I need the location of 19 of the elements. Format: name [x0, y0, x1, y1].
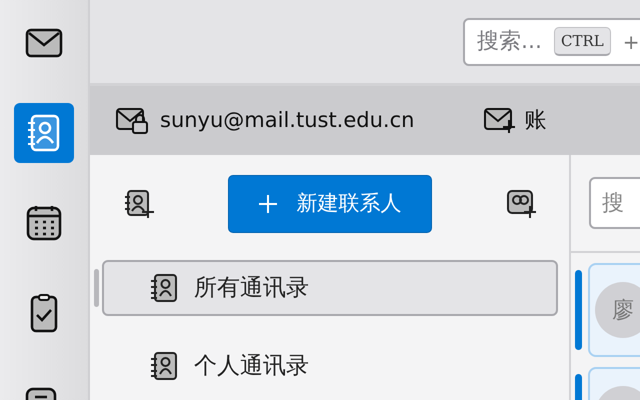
plus-sign: + — [622, 28, 640, 56]
search-placeholder: 搜 — [602, 190, 624, 218]
new-account-label[interactable]: 账 — [524, 104, 546, 137]
address-book-plus-icon[interactable] — [124, 189, 154, 219]
account-address[interactable]: sunyu@mail.tust.edu.cn — [160, 104, 414, 136]
new-contact-button[interactable]: 新建联系人 — [228, 175, 432, 233]
search-field[interactable]: 搜索... CTRL + — [463, 18, 640, 66]
address-book-item[interactable]: 个人通讯录 — [102, 338, 558, 394]
plus-icon — [258, 195, 276, 213]
contact-plus-icon[interactable] — [506, 189, 536, 219]
address-book-icon — [150, 273, 178, 303]
avatar: 廖 — [595, 282, 640, 338]
calendar-icon — [24, 203, 64, 243]
search-placeholder: 搜索... — [477, 28, 542, 56]
mail-lock-icon — [116, 108, 148, 134]
address-book-icon — [150, 351, 178, 381]
address-book-item[interactable]: 所有通讯录 — [102, 260, 558, 316]
contact-search-field[interactable]: 搜 — [589, 177, 640, 229]
keyboard-key: CTRL — [554, 26, 611, 56]
